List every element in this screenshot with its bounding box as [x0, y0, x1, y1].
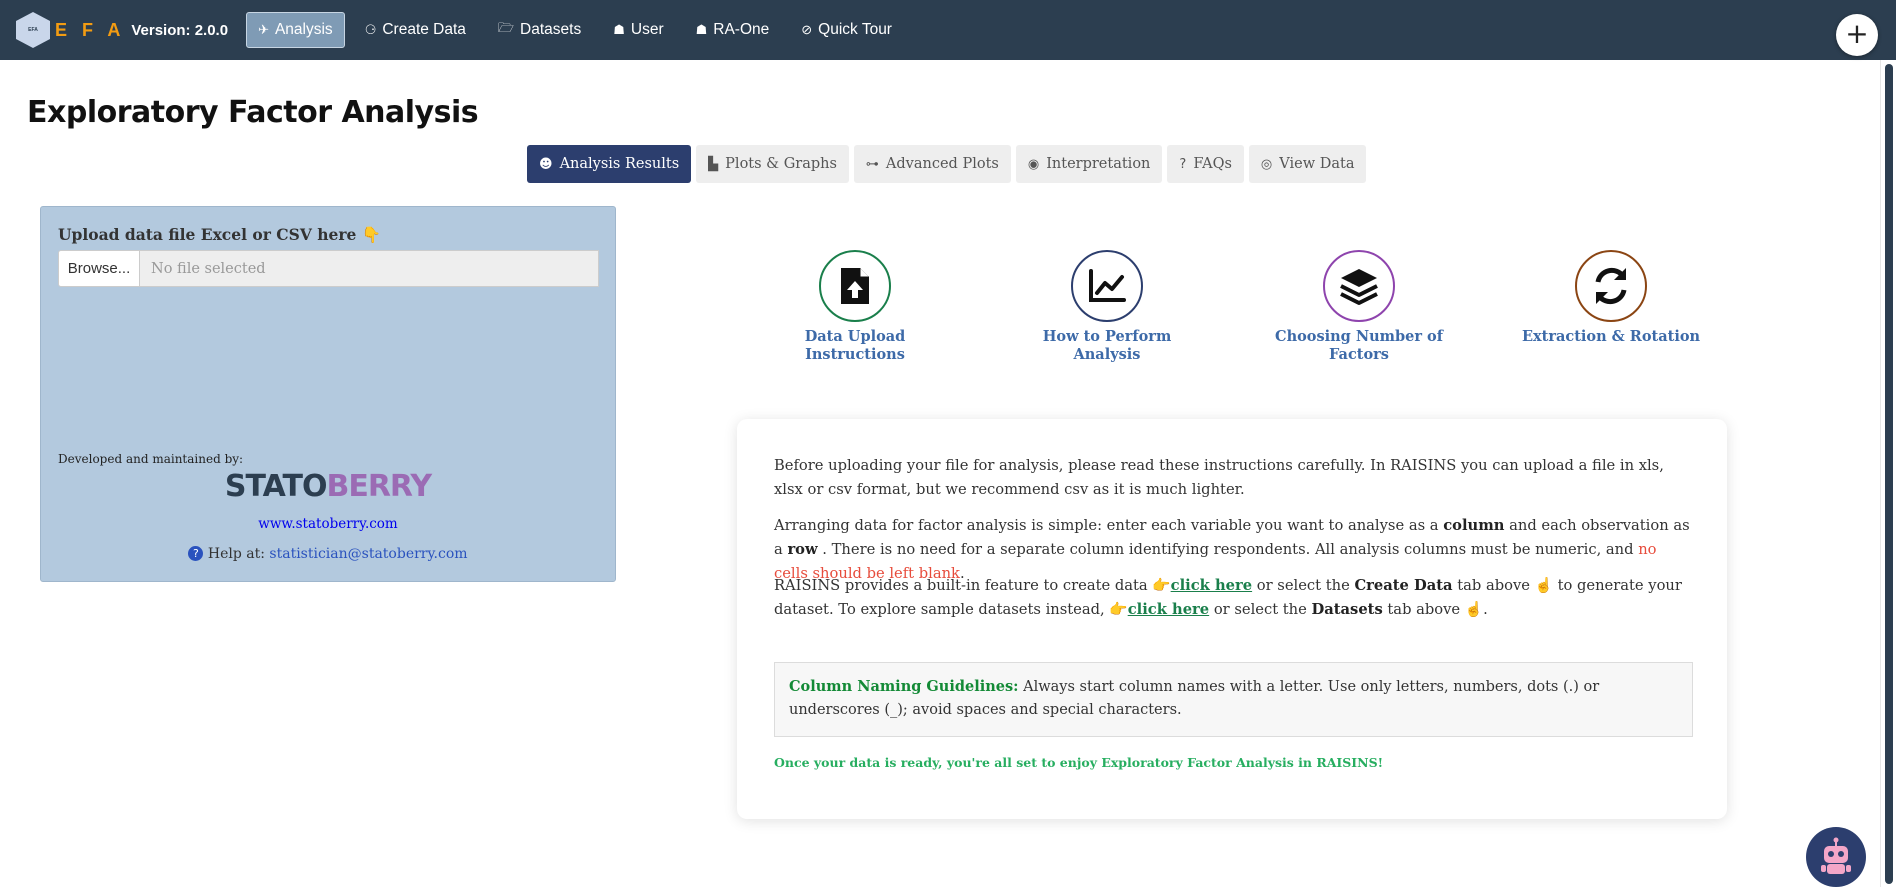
info-card-title: Extraction & Rotation	[1521, 328, 1701, 345]
tab-interpretation[interactable]: ◉ Interpretation	[1015, 145, 1163, 183]
tab-advanced-plots[interactable]: ⊶ Advanced Plots	[853, 145, 1011, 183]
robot-icon	[1821, 837, 1851, 874]
info-card-title: How to Perform Analysis	[1042, 328, 1172, 363]
create-data-link[interactable]: click here	[1171, 577, 1252, 594]
sync-icon	[1575, 250, 1647, 322]
nav-item-label: User	[630, 21, 664, 38]
paper-plane-icon: ✈	[258, 22, 269, 37]
info-card-data-upload[interactable]: Data Upload Instructions	[755, 250, 955, 364]
tab-view-data[interactable]: ◎ View Data	[1248, 145, 1367, 183]
page-title: Exploratory Factor Analysis	[27, 95, 479, 130]
tab-label: Advanced Plots	[885, 156, 999, 172]
pointing-up-icon: ☝	[1464, 601, 1484, 618]
info-card-title: Choosing Number of Factors	[1275, 328, 1443, 363]
robot-icon: ☗	[695, 22, 708, 37]
website-link[interactable]: www.statoberry.com	[41, 516, 615, 532]
scrollbar-thumb[interactable]	[1885, 64, 1893, 884]
instructions-paragraph-3: RAISINS provides a built-in feature to c…	[774, 577, 1682, 618]
version-label: Version: 2.0.0	[131, 21, 229, 39]
nav-item-label: Create Data	[382, 21, 466, 38]
nav-item-analysis[interactable]: ✈ Analysis	[246, 12, 345, 48]
help-label: Help at:	[207, 546, 265, 562]
info-card-title: Data Upload Instructions	[804, 328, 906, 363]
add-button[interactable]: +	[1836, 14, 1878, 56]
folder-open-icon: 🗁	[497, 20, 515, 35]
instructions-panel: Before uploading your file for analysis,…	[737, 419, 1727, 819]
nav-item-ra-one[interactable]: ☗ RA-One	[684, 12, 782, 48]
eye-icon: ◎	[1260, 156, 1273, 172]
line-chart-icon	[1071, 250, 1143, 322]
nav-item-quick-tour[interactable]: ⊘ Quick Tour	[789, 12, 904, 48]
compass-icon: ◉	[1027, 156, 1040, 172]
theater-masks-icon: ☻	[539, 156, 553, 172]
brand-name: E F A	[55, 19, 126, 40]
pointing-hand-icon: 👉	[1152, 577, 1171, 594]
help-email-link[interactable]: statistician@statoberry.com	[269, 546, 467, 562]
tab-label: Analysis Results	[559, 156, 680, 172]
nav-item-create-data[interactable]: ⚆ Create Data	[353, 12, 478, 48]
chatbot-button[interactable]	[1806, 827, 1866, 887]
nav-item-label: RA-One	[713, 21, 770, 38]
binoculars-icon: ⚆	[364, 22, 377, 37]
developed-by-label: Developed and maintained by:	[58, 452, 244, 466]
browse-button[interactable]: Browse...	[58, 250, 139, 287]
ready-message: Once your data is ready, you're all set …	[774, 755, 1384, 770]
file-upload-icon	[819, 250, 891, 322]
tab-label: Plots & Graphs	[725, 156, 837, 172]
chart-bar-icon: ▙	[708, 156, 719, 172]
project-diagram-icon: ⊶	[865, 156, 879, 172]
results-tabs: ☻ Analysis Results ▙ Plots & Graphs ⊶ Ad…	[527, 145, 1367, 183]
tab-analysis-results[interactable]: ☻ Analysis Results	[527, 145, 692, 183]
datasets-link[interactable]: click here	[1128, 601, 1209, 618]
nav-item-datasets[interactable]: 🗁 Datasets	[486, 10, 593, 50]
guidelines-title: Column Naming Guidelines:	[789, 678, 1019, 695]
file-name-field[interactable]: No file selected	[139, 250, 599, 287]
tab-plots-graphs[interactable]: ▙ Plots & Graphs	[696, 145, 849, 183]
nav-item-label: Datasets	[520, 21, 582, 38]
help-line: ? Help at: statistician@statoberry.com	[41, 546, 615, 562]
top-navbar: EFA E F A Version: 2.0.0 ✈ Analysis ⚆ Cr…	[0, 0, 1896, 60]
app-logo: EFA	[16, 12, 50, 48]
tab-label: Interpretation	[1046, 156, 1151, 172]
nav-item-label: Analysis	[274, 21, 333, 38]
statoberry-logo[interactable]: STATOBERRY	[41, 469, 615, 504]
instructions-paragraph-1: Before uploading your file for analysis,…	[774, 457, 1664, 498]
column-naming-guidelines: Column Naming Guidelines: Always start c…	[774, 662, 1693, 737]
compass-icon: ⊘	[801, 22, 813, 37]
upload-label: Upload data file Excel or CSV here 👇	[58, 225, 382, 244]
tab-faqs[interactable]: ? FAQs	[1167, 145, 1244, 183]
info-card-extraction-rotation[interactable]: Extraction & Rotation	[1511, 250, 1711, 346]
question-circle-icon: ?	[188, 546, 204, 561]
file-upload-input[interactable]: Browse... No file selected	[58, 250, 599, 287]
question-icon: ?	[1179, 156, 1187, 172]
nav-item-user[interactable]: ☗ User	[601, 12, 675, 48]
info-card-how-to-analyse[interactable]: How to Perform Analysis	[1007, 250, 1207, 364]
pointing-up-icon: ☝	[1534, 577, 1553, 594]
tab-label: View Data	[1279, 156, 1355, 172]
pointing-hand-icon: 👉	[1109, 601, 1128, 618]
nav-item-label: Quick Tour	[818, 21, 892, 38]
tab-label: FAQs	[1193, 156, 1232, 172]
info-card-number-of-factors[interactable]: Choosing Number of Factors	[1259, 250, 1459, 364]
user-icon: ☗	[613, 22, 625, 37]
layers-icon	[1323, 250, 1395, 322]
upload-sidebar: Upload data file Excel or CSV here 👇 Bro…	[40, 206, 616, 582]
